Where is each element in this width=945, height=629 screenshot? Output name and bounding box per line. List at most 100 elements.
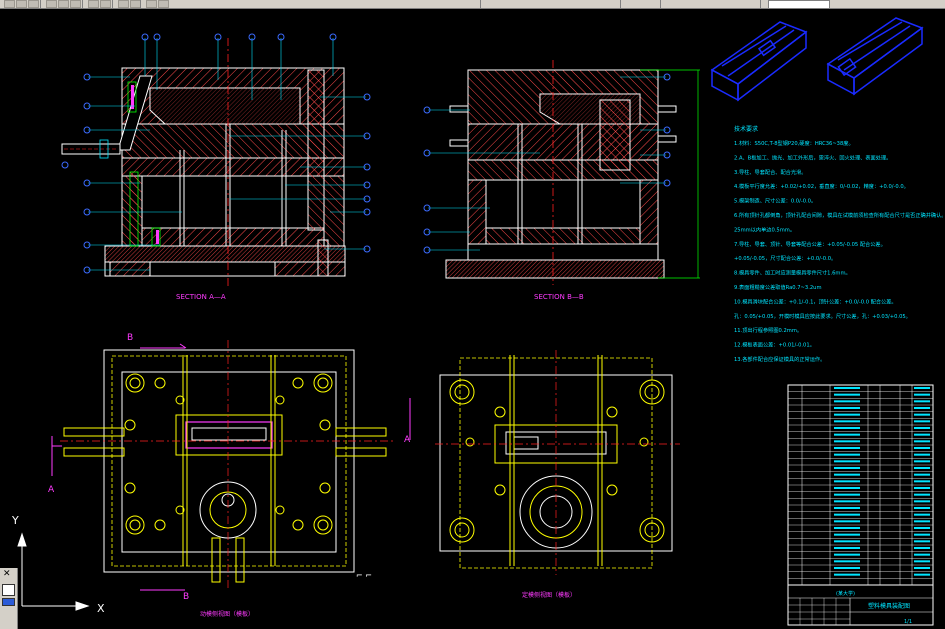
bom-cell-text <box>834 560 860 563</box>
bom-cell-text <box>834 553 860 556</box>
bom-cell-text <box>914 480 930 483</box>
bom-cell-text <box>914 540 930 543</box>
save-icon[interactable] <box>16 0 27 8</box>
bom-cell-text <box>914 413 930 416</box>
bom-cell-text <box>834 440 860 443</box>
bom-cell-text <box>834 520 860 523</box>
bom-cell-text <box>834 533 860 536</box>
palette-dock[interactable]: ✕ <box>0 568 18 629</box>
bom-cell-text <box>834 407 860 409</box>
notes-lines: 1.材料：S50C,T-8型钢P20,硬度：HRC36~38度。 2.A、B板加工… <box>734 139 945 363</box>
note-line: 7.导柱、导套、顶针、导套等配合公差：+0.05/-0.05 配合公差。 <box>734 240 886 248</box>
bom-cell-text <box>914 520 930 523</box>
fixed-plate-view: 定模侧视图（模板） <box>435 350 680 599</box>
bom-cell-text <box>834 480 860 483</box>
bill-of-materials-table <box>787 384 934 586</box>
bom-cell-text <box>914 567 930 569</box>
cad-drawing-canvas[interactable]: SECTION A—A SECTION B—B 技术要求 1.材料：S50C,T… <box>0 9 945 629</box>
close-icon[interactable]: ✕ <box>3 570 11 579</box>
bom-cell-text <box>914 447 930 449</box>
bom-cell-text <box>834 433 860 436</box>
ucs-icon <box>17 532 90 611</box>
properties-icon[interactable] <box>146 0 157 8</box>
bom-cell-text <box>914 440 930 443</box>
open-icon[interactable] <box>4 0 15 8</box>
bom-cell-text <box>914 573 930 576</box>
bom-cell-text <box>914 507 930 509</box>
bom-cell-text <box>914 393 930 396</box>
paste-icon[interactable] <box>70 0 81 8</box>
note-line: 3.导柱、导套配合、配合光滑。 <box>734 168 806 176</box>
bom-cell-text <box>914 387 930 389</box>
bom-cell-text <box>914 420 930 423</box>
notes-title: 技术要求 <box>734 125 758 133</box>
undo-icon[interactable] <box>88 0 99 8</box>
print-icon[interactable] <box>28 0 39 8</box>
cad-toolbar <box>0 0 945 9</box>
bom-cell-text <box>914 453 930 456</box>
bom-cell-text <box>914 500 930 503</box>
note-line: 11.顶出行程参照图0.2mm。 <box>734 326 802 334</box>
note-line: 13.各部件配合应保证模具的正常运作。 <box>734 355 825 363</box>
note-line: 25mm以内单边0.5mm。 <box>734 225 795 233</box>
bom-cell-text <box>914 467 930 469</box>
bom-cell-text <box>834 493 860 496</box>
bom-cell-text <box>834 393 860 396</box>
cut-mark-b-bottom: B <box>183 592 189 602</box>
toolbar-separator <box>620 0 621 8</box>
technical-requirements: 技术要求 1.材料：S50C,T-8型钢P20,硬度：HRC36~38度。 2.A… <box>734 125 945 363</box>
note-line: 10.模具滑块配合公差：+0.1/-0.1，顶针公差：+0.0/-0.0 配合公… <box>734 297 897 305</box>
bom-cell-text <box>914 553 930 556</box>
bom-cell-text <box>834 500 860 503</box>
toolbar-separator <box>140 0 141 8</box>
layer-icon[interactable] <box>2 598 15 606</box>
moving-plate-label: 动模侧视图（模板） <box>200 610 254 618</box>
cut-icon[interactable] <box>46 0 57 8</box>
bom-cell-text <box>834 453 860 456</box>
toolbar-separator <box>40 0 41 8</box>
bom-cell-text <box>914 533 930 536</box>
moving-plate-view: B B A A 动模侧视图（模板） ⌐ ⌐ <box>48 333 411 618</box>
bom-cell-text <box>914 487 930 489</box>
bom-cell-text <box>834 467 860 469</box>
copy-icon[interactable] <box>58 0 69 8</box>
note-line: +0.05/-0.05，尺寸配合公差：+0.0/-0.0。 <box>734 254 836 262</box>
note-line: 孔：0.05/+0.05，开模时模具应按此要求。尺寸公差，孔：+0.03/+0.… <box>734 312 911 320</box>
title-block-school: (某大学) <box>836 590 855 597</box>
section-a-a-view: SECTION A—A <box>61 33 371 301</box>
bom-cell-text <box>914 547 930 549</box>
cut-mark-a-left: A <box>48 485 55 495</box>
layer-dropdown[interactable] <box>768 0 830 9</box>
note-line: 2.A、B板加工、抛光、加工外形后，需淬火、回火处理、表面处理。 <box>734 153 891 161</box>
toolbar-separator <box>760 0 761 8</box>
toolbar-separator <box>82 0 83 8</box>
bom-cell-text <box>834 513 860 516</box>
bom-cell-text <box>834 427 860 429</box>
note-line: 1.材料：S50C,T-8型钢P20,硬度：HRC36~38度。 <box>734 139 854 147</box>
bom-cell-text <box>834 460 860 463</box>
fixed-plate-label: 定模侧视图（模板） <box>522 591 576 599</box>
properties-icon[interactable] <box>2 584 15 596</box>
pan-icon[interactable] <box>118 0 129 8</box>
section-b-b-view: SECTION B—B <box>423 60 700 301</box>
bom-cell-text <box>914 527 930 529</box>
bom-cell-text <box>834 540 860 543</box>
note-line: 9.表面粗糙度公差取值Ra0.7~3.2um <box>734 283 822 291</box>
bom-cell-text <box>834 447 860 449</box>
note-line: 6.所有顶针孔都倒角，顶针孔配合间隙，模具在试模前须检查所有配合尺寸是否正确并确… <box>734 211 945 219</box>
title-block: (某大学) 塑料模具装配图 1/1 <box>787 584 934 626</box>
corner-mark: ⌐ ⌐ <box>356 571 372 580</box>
redo-icon[interactable] <box>100 0 111 8</box>
bom-cell-text <box>834 487 860 489</box>
bom-cell-text <box>834 413 860 416</box>
bom-cell-text <box>834 573 860 576</box>
bom-cell-text <box>914 400 930 403</box>
bom-cell-text <box>834 567 860 569</box>
layer-icon[interactable] <box>158 0 169 8</box>
title-block-drawing-title: 塑料模具装配图 <box>868 602 910 610</box>
bom-cell-text <box>914 407 930 409</box>
cut-mark-a-right: A <box>404 435 411 445</box>
note-line: 4.模板平行度允差：+0.02/+0.02，垂直度：0/-0.02，精度：+0.… <box>734 182 909 190</box>
bom-cell-text <box>834 387 860 389</box>
title-block-sheet: 1/1 <box>904 619 912 625</box>
